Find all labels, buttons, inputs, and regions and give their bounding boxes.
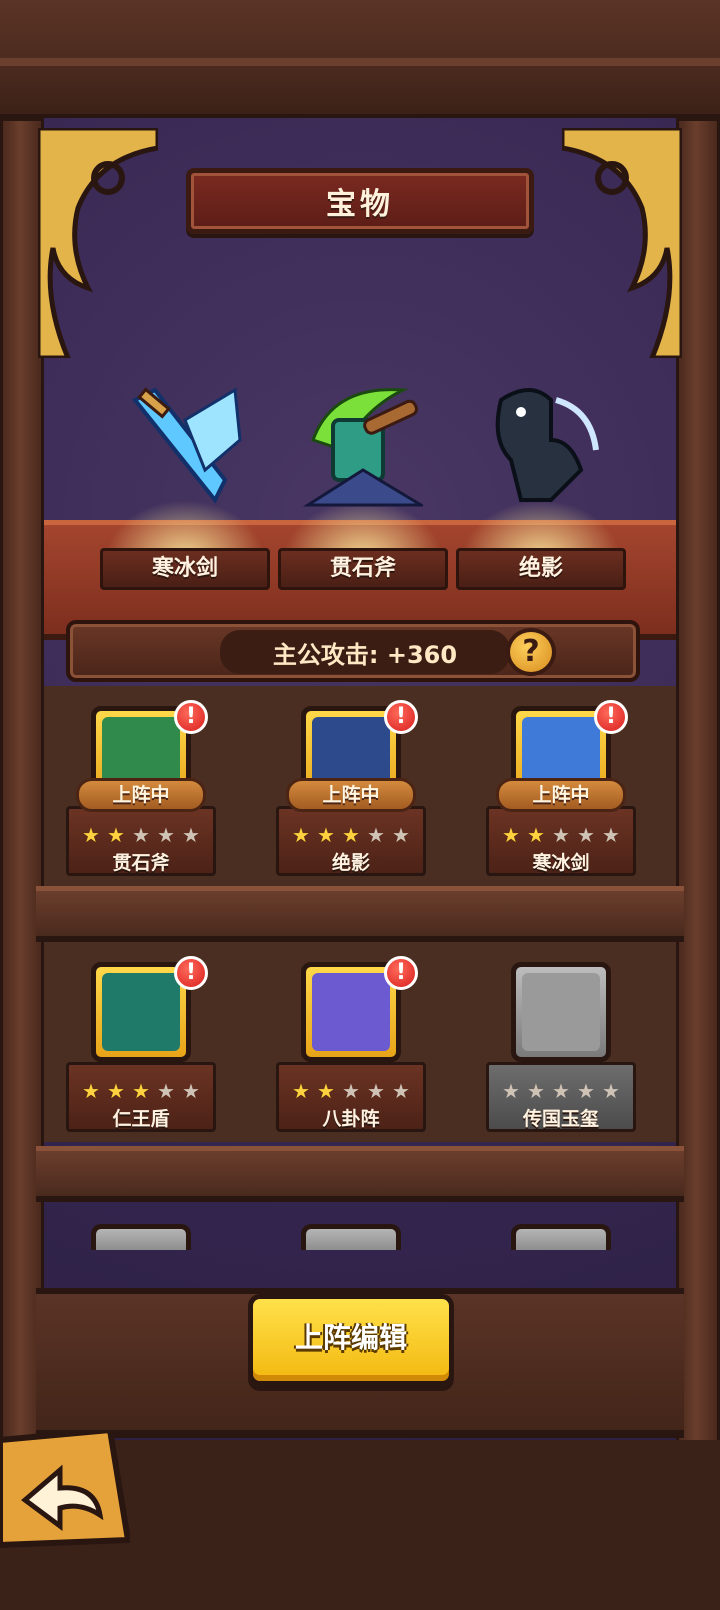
- treasure-name: 寒冰剑: [532, 852, 590, 874]
- alert-badge: !: [174, 956, 208, 990]
- treasure-name: 仁王盾: [112, 1108, 170, 1130]
- gold-ornament-icon: [559, 125, 685, 361]
- featured-name: 寒冰剑: [100, 548, 270, 590]
- star-icon: ★: [367, 823, 385, 847]
- alert-badge: !: [594, 700, 628, 734]
- treasure-slot[interactable]: ★ ★ ★ ★ ★ 传国玉玺: [486, 962, 636, 1132]
- icon-art: [522, 973, 600, 1051]
- icon-art: [312, 973, 390, 1051]
- featured-slot-3[interactable]: 绝影: [456, 380, 626, 590]
- star-icon: ★: [107, 823, 125, 847]
- star-rating: ★ ★ ★ ★ ★: [80, 824, 202, 846]
- treasure-slot[interactable]: ! ★ ★ ★ ★ ★ 仁王盾: [66, 956, 216, 1132]
- star-rating: ★ ★ ★ ★ ★: [500, 824, 622, 846]
- treasure-name: 八卦阵: [322, 1108, 380, 1130]
- lord-attack-text: 主公攻击: +360: [272, 640, 458, 669]
- star-icon: ★: [82, 1079, 100, 1103]
- icon-art: [102, 973, 180, 1051]
- featured-name: 绝影: [456, 548, 626, 590]
- gold-ornament-icon: [35, 125, 161, 361]
- star-icon: ★: [317, 823, 335, 847]
- star-icon: ★: [342, 1079, 360, 1103]
- alert-badge: !: [384, 956, 418, 990]
- star-icon: ★: [602, 823, 620, 847]
- locked-treasure-icon: [301, 1224, 401, 1250]
- featured-name: 贯石斧: [278, 548, 448, 590]
- equipped-ribbon: 上阵中: [76, 778, 206, 812]
- locked-treasure-icon: [511, 1224, 611, 1250]
- lord-attack-value: 主公攻击: +360: [220, 630, 510, 674]
- star-icon: ★: [157, 823, 175, 847]
- star-icon: ★: [82, 823, 100, 847]
- treasure-slot[interactable]: ! 上阵中 ★ ★ ★ ★ ★ 贯石斧: [66, 700, 216, 876]
- star-icon: ★: [392, 1079, 410, 1103]
- star-icon: ★: [132, 823, 150, 847]
- star-icon: ★: [527, 1079, 545, 1103]
- treasure-slot[interactable]: ! 上阵中 ★ ★ ★ ★ ★ 绝影: [276, 700, 426, 876]
- featured-slot-2[interactable]: 贯石斧: [278, 380, 448, 590]
- jade-seal-icon: [511, 962, 611, 1062]
- page-title: 宝物: [186, 168, 534, 234]
- shelf-board: [36, 1146, 684, 1202]
- star-icon: ★: [602, 1079, 620, 1103]
- black-horse-icon: [495, 388, 599, 502]
- equipped-ribbon: 上阵中: [286, 778, 416, 812]
- page-title-text: 宝物: [326, 187, 394, 222]
- star-icon: ★: [502, 823, 520, 847]
- treasure-name: 传国玉玺: [522, 1108, 599, 1130]
- star-rating: ★ ★ ★ ★ ★: [290, 1080, 412, 1102]
- edit-lineup-button[interactable]: 上阵编辑: [248, 1294, 454, 1386]
- star-icon: ★: [132, 1079, 150, 1103]
- featured-slot-1[interactable]: 寒冰剑: [100, 380, 270, 590]
- treasure-name: 贯石斧: [112, 852, 170, 874]
- treasure-slot[interactable]: ! ★ ★ ★ ★ ★ 八卦阵: [276, 956, 426, 1132]
- treasure-slot[interactable]: ! 上阵中 ★ ★ ★ ★ ★ 寒冰剑: [486, 700, 636, 876]
- star-icon: ★: [157, 1079, 175, 1103]
- star-icon: ★: [552, 1079, 570, 1103]
- star-icon: ★: [502, 1079, 520, 1103]
- star-icon: ★: [342, 823, 360, 847]
- star-icon: ★: [292, 1079, 310, 1103]
- star-icon: ★: [367, 1079, 385, 1103]
- alert-badge: !: [384, 700, 418, 734]
- cabinet-top: [0, 0, 720, 120]
- treasure-name: 绝影: [331, 852, 370, 874]
- back-arrow-icon[interactable]: [0, 1426, 132, 1550]
- star-icon: ★: [292, 823, 310, 847]
- help-icon[interactable]: ?: [506, 628, 556, 676]
- star-icon: ★: [317, 1079, 335, 1103]
- stone-axe-icon: [303, 388, 423, 507]
- star-icon: ★: [182, 1079, 200, 1103]
- star-icon: ★: [527, 823, 545, 847]
- star-icon: ★: [107, 1079, 125, 1103]
- star-icon: ★: [577, 1079, 595, 1103]
- equipped-ribbon: 上阵中: [496, 778, 626, 812]
- shelf-board: [36, 886, 684, 942]
- star-rating: ★ ★ ★ ★ ★: [80, 1080, 202, 1102]
- locked-treasure-icon: [91, 1224, 191, 1250]
- right-pillar: [676, 118, 720, 1478]
- alert-badge: !: [174, 700, 208, 734]
- star-icon: ★: [182, 823, 200, 847]
- star-rating: ★ ★ ★ ★ ★: [290, 824, 412, 846]
- lord-attack-bar: 主公攻击: +360 ?: [66, 620, 640, 682]
- star-icon: ★: [552, 823, 570, 847]
- star-rating: ★ ★ ★ ★ ★: [500, 1080, 622, 1102]
- star-icon: ★: [577, 823, 595, 847]
- star-icon: ★: [392, 823, 410, 847]
- ice-sword-icon: [131, 387, 242, 504]
